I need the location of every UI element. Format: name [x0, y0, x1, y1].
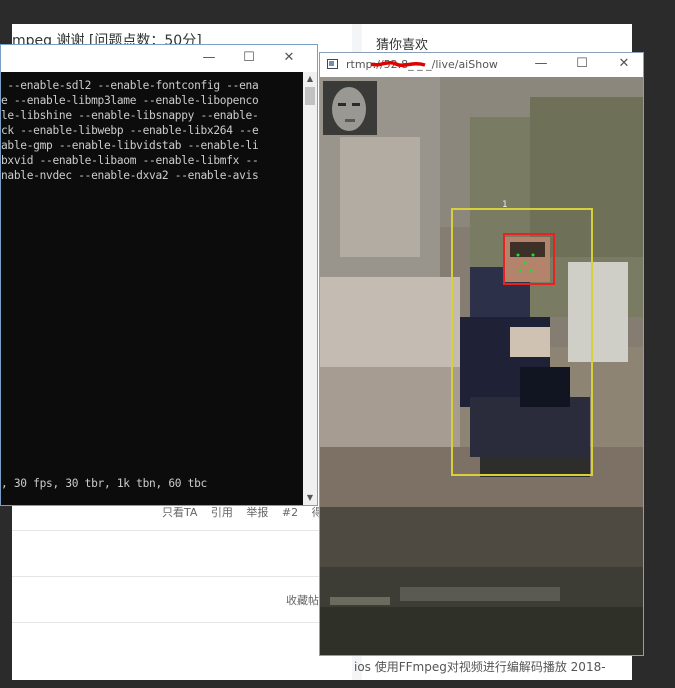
divider — [12, 622, 342, 623]
app-icon — [327, 59, 338, 69]
console-line: bxvid --enable-libaom --enable-libmfx -- — [1, 154, 259, 167]
divider — [12, 530, 342, 531]
video-frame: 1 — [320, 77, 643, 655]
console-status-line: , 30 fps, 30 tbr, 1k tbn, 60 tbc — [1, 477, 207, 490]
sidebar-title: 猜你喜欢 — [376, 38, 429, 53]
console-line: e --enable-libmp3lame --enable-libopenco — [1, 94, 259, 107]
console-scrollbar[interactable]: ▲ ▼ — [303, 72, 317, 505]
minimize-button[interactable]: — — [531, 55, 551, 73]
video-window: rtmp://52.8_ _ _/live/aiShow — ☐ ✕ 1 — [319, 52, 644, 656]
console-line: nable-nvdec --enable-dxva2 --enable-avis — [1, 169, 259, 182]
maximize-button[interactable]: ☐ — [239, 49, 259, 67]
collect-button[interactable]: 收藏帖 — [286, 592, 319, 608]
redaction-scribble — [370, 60, 426, 67]
detection-label: 1 — [502, 200, 508, 210]
post-actions: 只看TA 引用 举报 #2 得 — [162, 504, 333, 520]
video-titlebar[interactable]: rtmp://52.8_ _ _/live/aiShow — ☐ ✕ — [320, 53, 643, 77]
maximize-button[interactable]: ☐ — [572, 55, 592, 73]
console-output: --enable-sdl2 --enable-fontconfig --ena … — [1, 72, 303, 505]
scroll-thumb[interactable] — [305, 87, 315, 105]
console-window: — ☐ ✕ --enable-sdl2 --enable-fontconfig … — [0, 44, 318, 506]
report-link[interactable]: 举报 — [246, 506, 268, 519]
only-view-ta-link[interactable]: 只看TA — [162, 506, 197, 519]
console-line: ck --enable-libwebp --enable-libx264 --e — [1, 124, 259, 137]
console-line: le-libshine --enable-libsnappy --enable- — [1, 109, 259, 122]
scroll-down-icon[interactable]: ▼ — [303, 491, 317, 505]
minimize-button[interactable]: — — [199, 49, 219, 67]
related-article-link[interactable]: ios 使用FFmpeg对视频进行编解码播放 2018- — [354, 658, 606, 675]
divider — [12, 576, 342, 577]
scroll-up-icon[interactable]: ▲ — [303, 72, 317, 86]
close-button[interactable]: ✕ — [614, 55, 634, 73]
console-titlebar[interactable]: — ☐ ✕ — [1, 45, 317, 72]
quote-link[interactable]: 引用 — [211, 506, 233, 519]
video-frame-image: 1 — [320, 77, 643, 655]
close-button[interactable]: ✕ — [279, 49, 299, 67]
console-line: --enable-sdl2 --enable-fontconfig --ena — [1, 79, 259, 92]
console-line: able-gmp --enable-libvidstab --enable-li — [1, 139, 259, 152]
floor-number: #2 — [281, 506, 299, 519]
